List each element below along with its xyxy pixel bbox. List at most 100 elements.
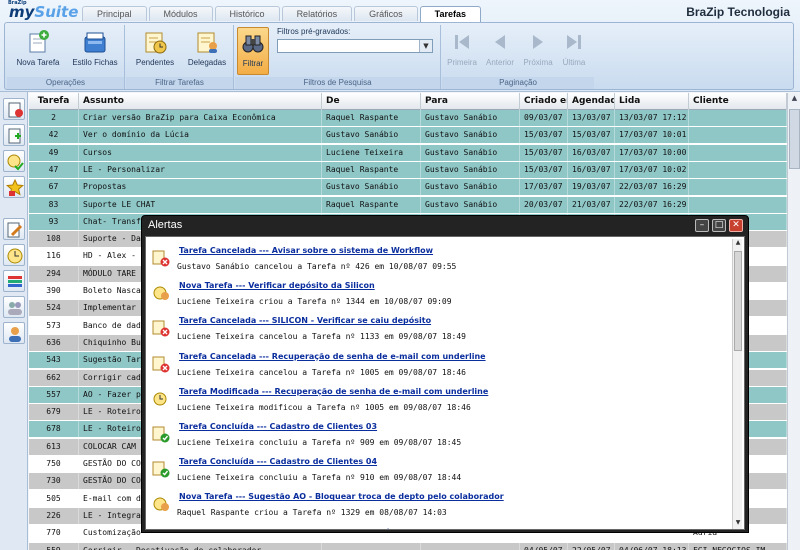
cell-criado-em: 09/03/07 xyxy=(520,110,568,126)
cell-tarefa: 505 xyxy=(29,490,79,507)
tab-historico[interactable]: Histórico xyxy=(214,6,280,21)
scroll-up-icon[interactable]: ▲ xyxy=(733,239,743,249)
alert-title-link[interactable]: Nova Tarefa --- Sugestão AO - Bloquear t… xyxy=(179,492,504,501)
tab-relatorios[interactable]: Relatórios xyxy=(281,6,353,21)
scroll-down-icon[interactable]: ▼ xyxy=(733,519,743,529)
col-para[interactable]: Para xyxy=(421,93,520,110)
primeira-button[interactable]: Primeira xyxy=(444,27,480,75)
new-document-icon xyxy=(8,128,21,144)
cards-style-icon xyxy=(84,32,106,53)
saved-filters-select[interactable]: ▼ xyxy=(277,39,433,53)
cell-cliente xyxy=(689,127,787,144)
cell-agendada: 19/03/07 xyxy=(568,179,615,196)
chevron-down-icon[interactable]: ▼ xyxy=(419,40,432,52)
alerts-scrollbar[interactable]: ▲ ▼ xyxy=(732,239,742,529)
filtrar-button[interactable]: Filtrar xyxy=(237,27,269,75)
group-label-paginacao: Paginação xyxy=(442,77,594,89)
delegated-icon xyxy=(197,32,217,53)
cell-lida: 22/03/07 16:29 xyxy=(615,179,689,196)
cell-lida: 13/03/07 17:12 xyxy=(615,110,689,126)
ultima-button[interactable]: Última xyxy=(556,27,592,75)
alert-title-link[interactable]: Nova Tarefa --- Verificar depósito da Si… xyxy=(179,281,375,290)
pending-icon xyxy=(7,248,23,264)
col-agendada[interactable]: Agendada xyxy=(568,93,615,110)
grid-scrollbar[interactable]: ▲ xyxy=(787,93,800,550)
sidebar-user-button[interactable] xyxy=(3,322,25,344)
group-label-filtrar-tarefas: Filtrar Tarefas xyxy=(126,77,233,89)
cell-cliente xyxy=(689,161,787,178)
alert-title-link[interactable]: Tarefa Modificada --- Recuperação de sen… xyxy=(179,387,488,396)
alert-title-link[interactable]: Tarefa Cancelada --- SILICON - Verificar… xyxy=(179,316,431,325)
pendentes-button[interactable]: Pendentes xyxy=(130,27,180,75)
alert-item: Tarefa Agendada --- Sugestão - Receber p… xyxy=(150,525,730,529)
table-row[interactable]: 49 Cursos Luciene Teixeira Gustavo Sanábio 1… xyxy=(29,144,787,162)
tab-tarefas[interactable]: Tarefas xyxy=(419,6,481,22)
minimize-button[interactable]: – xyxy=(695,219,709,232)
alert-item: Tarefa Modificada --- Recuperação de sen… xyxy=(150,384,730,419)
close-button[interactable]: ✕ xyxy=(729,219,743,232)
nova-tarefa-button[interactable]: Nova Tarefa xyxy=(11,27,65,75)
logo-my: my xyxy=(9,3,35,21)
tab-principal[interactable]: Principal xyxy=(82,6,147,21)
table-row[interactable]: 47 LE - Personalizar Raquel Raspante Gustav… xyxy=(29,161,787,179)
alert-title-link[interactable]: Tarefa Concluída --- Cadastro de Cliente… xyxy=(179,457,377,466)
table-row[interactable]: 2 Criar versão BraZip para Caixa Econômic… xyxy=(29,110,787,127)
alert-title-link[interactable]: Tarefa Cancelada --- Recuperação de senh… xyxy=(179,352,486,361)
alert-title-link[interactable]: Tarefa Concluída --- Cadastro de Cliente… xyxy=(179,422,377,431)
col-de[interactable]: De xyxy=(322,93,421,110)
cell-para: Gustavo Sanábio xyxy=(421,144,520,161)
cell-para: Gustavo Sanábio xyxy=(421,110,520,126)
alerts-list: Tarefa Cancelada --- Avisar sobre o sist… xyxy=(145,236,745,530)
cell-tarefa: 294 xyxy=(29,265,79,282)
books-icon xyxy=(8,276,22,287)
cell-de: Luciene Teixeira xyxy=(322,144,421,161)
col-assunto[interactable]: Assunto xyxy=(79,93,322,110)
previous-page-icon xyxy=(495,35,505,49)
cell-criado-em: 17/03/07 xyxy=(520,179,568,196)
tab-modulos[interactable]: Módulos xyxy=(148,6,213,21)
sidebar-tasks-button[interactable] xyxy=(3,98,25,120)
scrollbar-thumb[interactable] xyxy=(789,109,800,169)
cell-lida: 22/03/07 16:29 xyxy=(615,196,689,213)
cell-criado-em: 15/03/07 xyxy=(520,127,568,144)
maximize-button[interactable]: □ xyxy=(712,219,726,232)
sidebar-schedule-button[interactable] xyxy=(3,150,25,172)
alert-title-link[interactable]: Tarefa Agendada --- Sugestão - Receber p… xyxy=(179,528,474,529)
cell-tarefa: 679 xyxy=(29,404,79,421)
alerts-title: Alertas xyxy=(148,219,183,231)
cell-tarefa: 559 xyxy=(29,542,79,550)
scroll-up-icon[interactable]: ▲ xyxy=(789,94,800,107)
sidebar-pending-button[interactable] xyxy=(3,244,25,266)
sidebar-new-doc-button[interactable] xyxy=(3,124,25,146)
estilo-fichas-button[interactable]: Estilo Fichas xyxy=(67,27,123,75)
group-filtros-pesquisa: Filtrar Filtros pré-gravados: ▼ Filtros … xyxy=(235,25,441,89)
cell-agendada: 22/05/07 xyxy=(568,542,615,550)
delegadas-button[interactable]: Delegadas xyxy=(182,27,232,75)
cell-cliente xyxy=(689,144,787,161)
table-row[interactable]: 83 Suporte LE CHAT Raquel Raspante Gustavo … xyxy=(29,196,787,214)
cell-de: Raquel Raspante xyxy=(322,161,421,178)
anterior-button[interactable]: Anterior xyxy=(482,27,518,75)
table-row[interactable]: 67 Propostas Gustavo Sanábio Gustavo Sanábi… xyxy=(29,179,787,197)
table-row[interactable]: 42 Ver o domínio da Lúcia Gustavo Sanábio G… xyxy=(29,127,787,145)
alerts-scrollbar-thumb[interactable] xyxy=(734,251,742,351)
col-cliente[interactable]: Cliente xyxy=(689,93,787,110)
alert-item: Tarefa Cancelada --- Recuperação de senh… xyxy=(150,349,730,384)
task-completed-icon xyxy=(152,460,170,478)
col-lida[interactable]: Lida xyxy=(615,93,689,110)
pending-clock-icon xyxy=(145,32,167,54)
proxima-button[interactable]: Próxima xyxy=(520,27,556,75)
table-row[interactable]: 559 Corrigir - Desativação do colaborador… xyxy=(29,542,787,550)
cell-assunto: Propostas xyxy=(79,179,322,196)
sidebar-books-button[interactable] xyxy=(3,270,25,292)
sidebar-users-button[interactable] xyxy=(3,296,25,318)
col-tarefa[interactable]: Tarefa xyxy=(29,93,79,110)
alert-title-link[interactable]: Tarefa Cancelada --- Avisar sobre o sist… xyxy=(179,246,433,255)
tab-graficos[interactable]: Gráficos xyxy=(354,6,418,21)
alert-description: Luciene Teixeira cancelou a Tarefa nº 10… xyxy=(177,367,466,377)
cell-lida: 04/06/07 18:13 xyxy=(615,542,689,550)
alert-description: Luciene Teixeira cancelou a Tarefa nº 11… xyxy=(177,332,466,342)
sidebar-star-button[interactable] xyxy=(3,176,25,198)
col-criado-em[interactable]: Criado em xyxy=(520,93,568,110)
sidebar-edit-button[interactable] xyxy=(3,218,25,240)
